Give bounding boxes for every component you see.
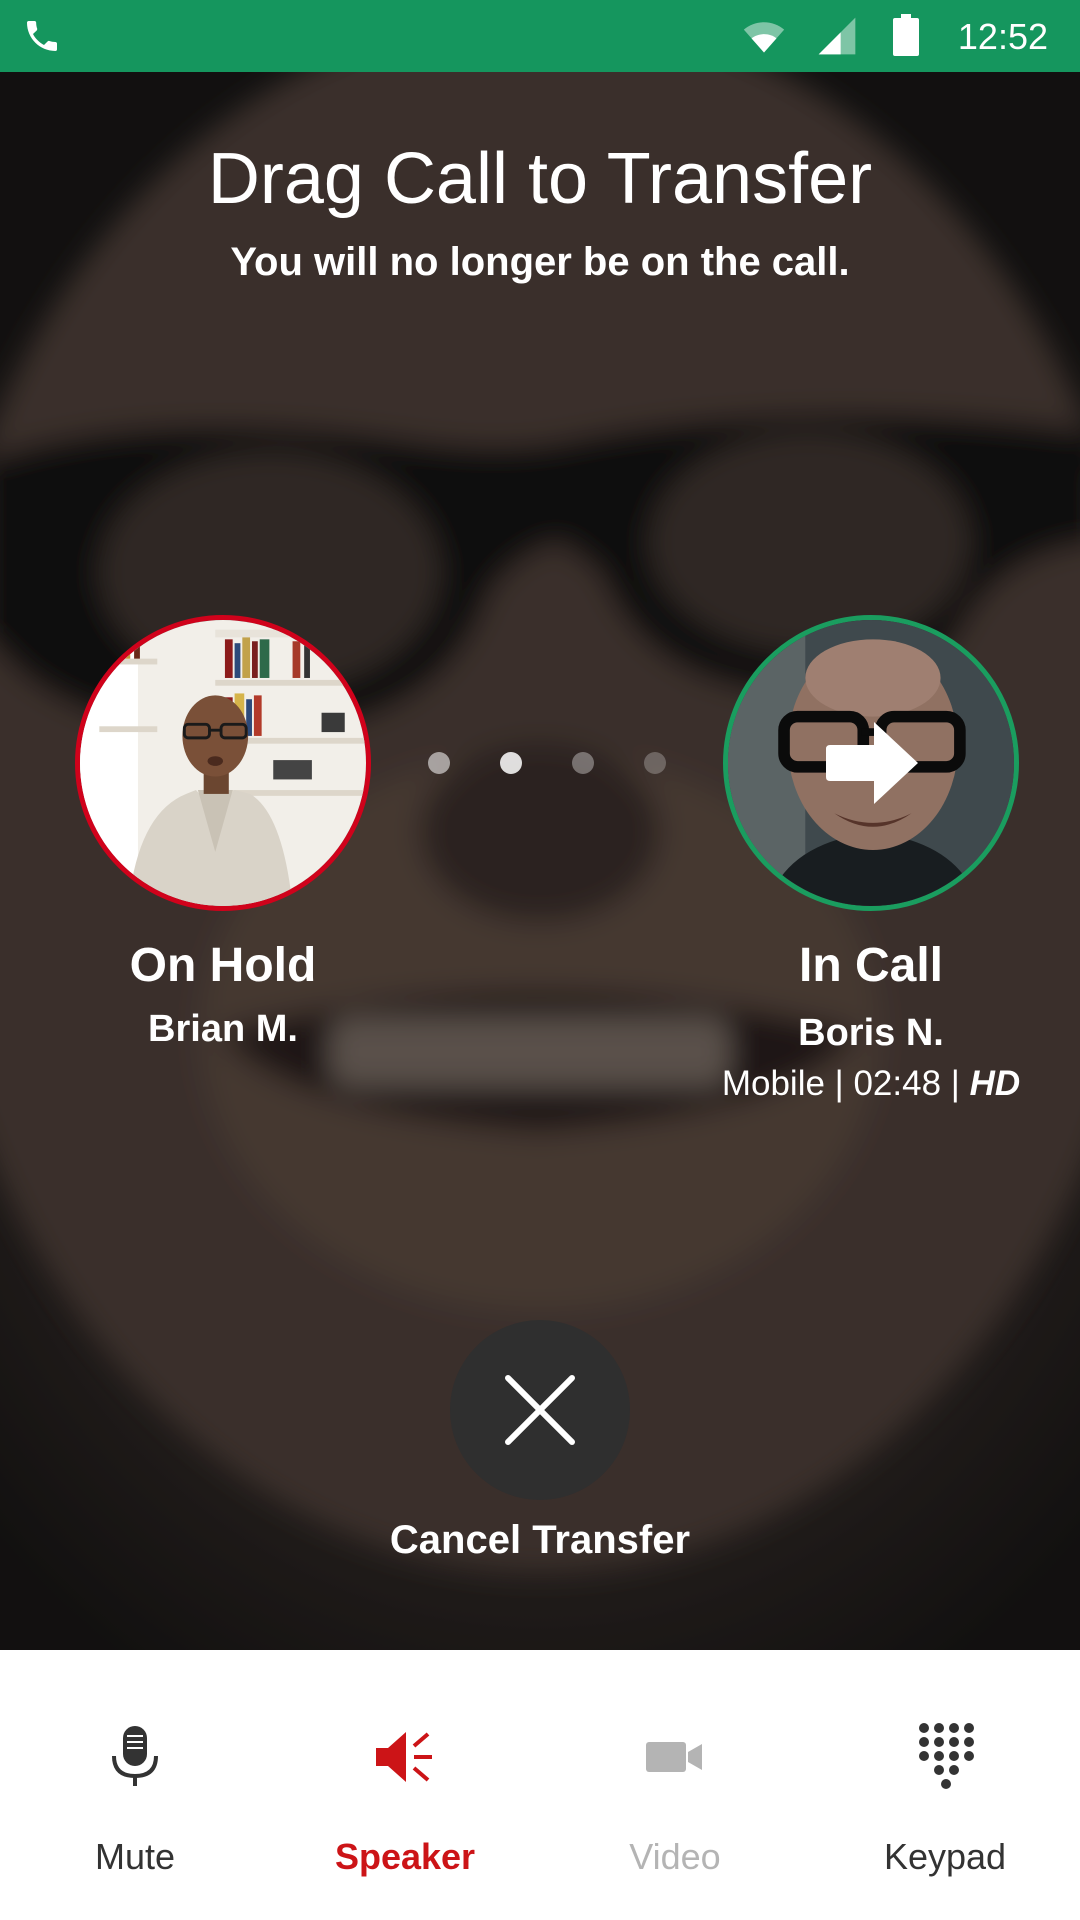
cancel-transfer-button[interactable] <box>450 1320 630 1500</box>
battery-icon <box>893 14 919 56</box>
wifi-icon <box>743 22 785 53</box>
call-toolbar: Mute Speaker Video Keypad <box>0 1650 1080 1920</box>
on-hold-status: On Hold <box>129 939 317 992</box>
microphone-icon <box>112 1726 158 1786</box>
in-call-name: Boris N. <box>798 1012 944 1054</box>
cancel-transfer-label[interactable]: Cancel Transfer <box>0 1518 1080 1563</box>
close-icon <box>505 1375 575 1445</box>
status-bar: 12:52 <box>0 0 1080 72</box>
keypad-label: Keypad <box>883 1836 1007 1877</box>
video-label: Video <box>629 1836 721 1877</box>
pager-dot <box>428 752 450 774</box>
speaker-button[interactable]: Speaker <box>270 1650 540 1920</box>
video-camera-icon <box>646 1742 702 1772</box>
status-time: 12:52 <box>957 16 1048 57</box>
video-button[interactable]: Video <box>540 1650 810 1920</box>
phone-icon <box>27 21 57 51</box>
keypad-icon <box>919 1723 974 1789</box>
on-hold-name: Brian M. <box>148 1008 298 1050</box>
keypad-button[interactable]: Keypad <box>810 1650 1080 1920</box>
speaker-label: Speaker <box>334 1836 476 1877</box>
on-hold-photo <box>80 620 366 906</box>
pager-dot <box>644 752 666 774</box>
page-title: Drag Call to Transfer <box>207 139 873 219</box>
pager-dot-active <box>500 752 522 774</box>
signal-icon <box>818 17 856 55</box>
mute-button[interactable]: Mute <box>0 1650 270 1920</box>
in-call-meta: Mobile | 02:48 | HD <box>700 1064 1042 1104</box>
speaker-icon <box>376 1732 432 1782</box>
on-hold-avatar[interactable] <box>75 615 371 911</box>
mute-label: Mute <box>94 1836 176 1877</box>
in-call-status: In Call <box>798 939 944 992</box>
in-call-meta-text: Mobile | 02:48 | <box>721 1064 970 1103</box>
transfer-arrow-icon <box>826 722 918 804</box>
pager-dot <box>572 752 594 774</box>
hd-badge: HD <box>969 1064 1021 1103</box>
page-subtitle: You will no longer be on the call. <box>230 240 850 284</box>
